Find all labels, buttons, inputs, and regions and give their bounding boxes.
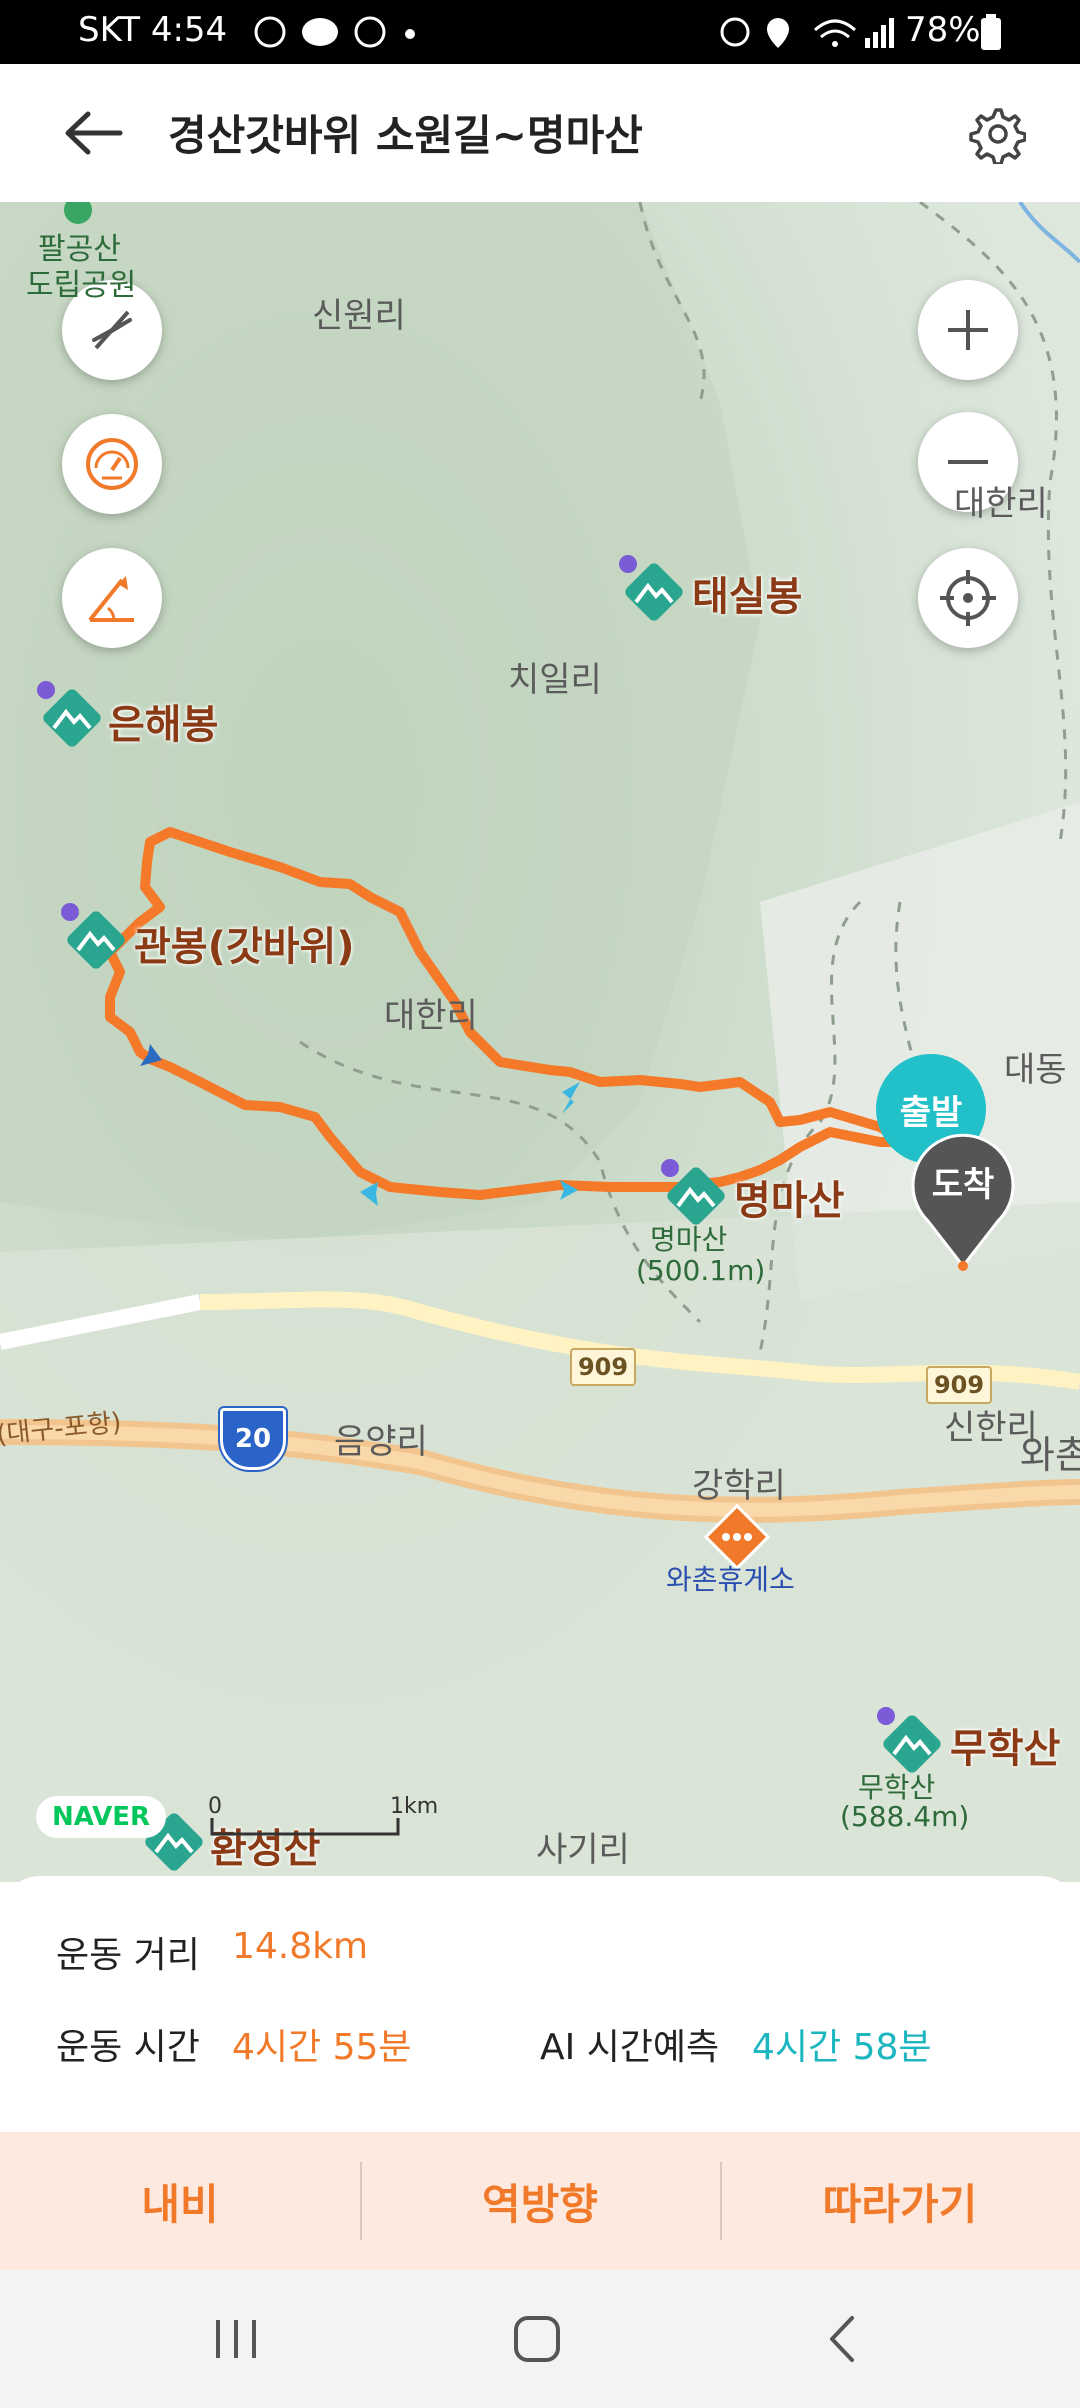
peak-marker-icon bbox=[37, 681, 101, 747]
road-909-shield-2: 909 bbox=[926, 1366, 992, 1404]
place-sinwon: 신원리 bbox=[312, 296, 406, 336]
reverse-button[interactable]: 역방향 bbox=[360, 2132, 720, 2270]
road-909-shield: 909 bbox=[570, 1348, 636, 1386]
peak-myeongma: 명마산 bbox=[734, 1178, 845, 1224]
rest-area-label: 와촌휴게소 bbox=[666, 1563, 795, 1596]
map-scale-bar bbox=[210, 1818, 400, 1836]
status-time: SKT 4:54 bbox=[78, 10, 228, 50]
follow-button[interactable]: 따라가기 bbox=[720, 2132, 1080, 2270]
place-ganghak: 강학리 bbox=[692, 1466, 786, 1506]
park-marker-icon bbox=[64, 202, 92, 224]
distance-label: 운동 거리 bbox=[56, 1935, 200, 1976]
time-value: 4시간 55분 bbox=[232, 2027, 412, 2068]
peak-muhak-elevation: (588.4m) bbox=[840, 1800, 970, 1833]
time-label: 운동 시간 bbox=[56, 2027, 200, 2068]
place-wachon: 와촌 bbox=[1020, 1433, 1080, 1477]
peak-taesil: 태실봉 bbox=[692, 574, 803, 620]
place-daehan: 대한리 bbox=[384, 996, 478, 1036]
peak-muhak: 무학산 bbox=[950, 1726, 1061, 1772]
scale-km: 1km bbox=[390, 1794, 439, 1819]
route-info-panel: 운동 거리 14.8km 운동 시간 4시간 55분 AI 시간예측 4시간 5… bbox=[0, 1876, 1080, 2132]
ai-time-value: 4시간 58분 bbox=[752, 2027, 932, 2068]
peak-eunhae: 은해봉 bbox=[108, 702, 219, 748]
my-location-button[interactable] bbox=[918, 548, 1018, 648]
peak-marker-icon bbox=[619, 555, 683, 621]
place-palgong-park: 도립공원 bbox=[26, 268, 137, 303]
end-marker[interactable]: 도착 bbox=[908, 1126, 1018, 1236]
peak-marker-icon bbox=[61, 903, 125, 969]
peak-gwanbong: 관봉(갓바위) bbox=[134, 924, 355, 970]
home-icon[interactable] bbox=[512, 2314, 562, 2364]
peak-myeongma-sub: 명마산 bbox=[650, 1223, 728, 1256]
elevation-button[interactable] bbox=[62, 548, 162, 648]
zoom-in-button[interactable] bbox=[918, 280, 1018, 380]
page-title: 경산갓바위 소원길~명마산 bbox=[168, 111, 643, 160]
plus-icon bbox=[948, 310, 988, 350]
back-nav-icon[interactable] bbox=[822, 2314, 862, 2364]
slope-icon bbox=[88, 576, 134, 622]
naver-logo: NAVER bbox=[36, 1796, 166, 1838]
place-sagi: 사기리 bbox=[536, 1830, 630, 1870]
place-chiil: 치일리 bbox=[508, 660, 602, 700]
ai-time-label: AI 시간예측 bbox=[540, 2027, 720, 2068]
system-nav-bar bbox=[0, 2270, 1080, 2408]
place-daedong: 대동 bbox=[1004, 1050, 1067, 1090]
place-eumyang: 음양리 bbox=[334, 1422, 428, 1462]
battery-percent: 78% bbox=[905, 10, 981, 50]
scale-zero: 0 bbox=[208, 1794, 222, 1819]
back-arrow-icon[interactable] bbox=[62, 108, 126, 158]
peak-myeongma-elevation: (500.1m) bbox=[636, 1254, 766, 1287]
distance-value: 14.8km bbox=[232, 1926, 369, 1967]
navi-button[interactable]: 내비 bbox=[0, 2132, 360, 2270]
battery-icon bbox=[981, 14, 1001, 50]
compass-off-icon bbox=[92, 310, 132, 350]
recent-apps-icon[interactable] bbox=[212, 2316, 262, 2362]
status-bar: SKT 4:54 78% bbox=[0, 0, 1080, 64]
map-view[interactable]: 팔공산 도립공원 신원리 치일리 대한리 대한리 대동 음양리 강학리 신한리 … bbox=[0, 202, 1080, 1882]
action-bar: 내비 역방향 따라가기 bbox=[0, 2132, 1080, 2270]
speedometer-icon bbox=[86, 438, 138, 490]
speed-button[interactable] bbox=[62, 414, 162, 514]
highway-20-shield: 20 bbox=[220, 1408, 286, 1470]
app-header: 경산갓바위 소원길~명마산 bbox=[0, 64, 1080, 202]
gear-icon[interactable] bbox=[966, 104, 1026, 164]
crosshair-icon bbox=[940, 570, 996, 626]
notification-icons bbox=[254, 16, 415, 48]
place-right-ri: 대한리 bbox=[954, 484, 1048, 524]
